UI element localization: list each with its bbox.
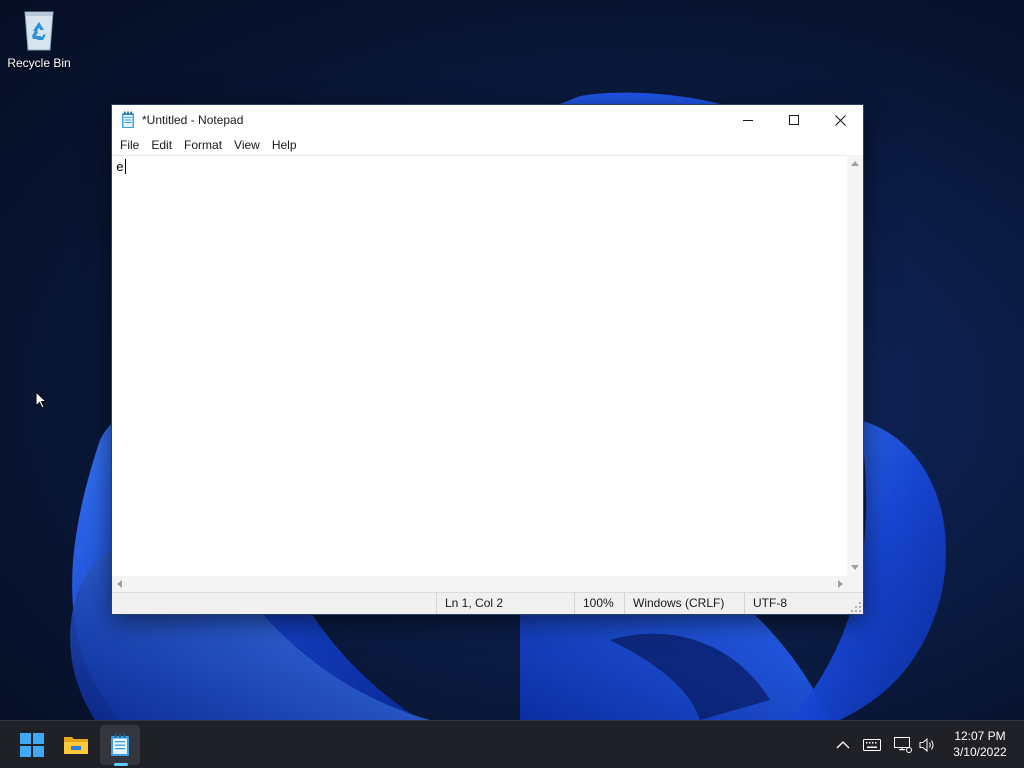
notepad-window: *Untitled - Notepad File Edit Format Vie… [111,104,864,615]
network-icon [894,737,912,753]
volume-button[interactable] [918,735,938,755]
title-bar[interactable]: *Untitled - Notepad [112,105,863,135]
desktop-icon-recycle-bin[interactable]: Recycle Bin [4,6,74,70]
scroll-up-arrow-icon[interactable] [851,161,859,166]
status-bar: Ln 1, Col 2 100% Windows (CRLF) UTF-8 [112,592,863,614]
text-caret [124,159,126,174]
scrollbar-corner [847,576,863,592]
notepad-icon [111,733,129,756]
input-indicator-button[interactable] [862,735,882,755]
keyboard-icon [863,739,881,751]
desktop-icon-label: Recycle Bin [7,56,71,70]
clock-time: 12:07 PM [954,729,1006,743]
clock[interactable]: 12:07 PM 3/10/2022 [944,728,1016,760]
editor-text: e [116,160,124,175]
vertical-scrollbar[interactable] [847,155,863,576]
close-icon [834,114,846,126]
menu-bar: File Edit Format View Help [112,135,863,155]
scroll-down-arrow-icon[interactable] [851,565,859,570]
minimize-button[interactable] [725,105,771,135]
maximize-icon [789,115,799,125]
menu-file[interactable]: File [112,135,145,155]
menu-view[interactable]: View [228,135,266,155]
close-button[interactable] [817,105,863,135]
volume-icon [919,737,934,753]
start-button[interactable] [12,725,52,765]
text-editor[interactable]: e [112,155,848,576]
maximize-button[interactable] [771,105,817,135]
file-explorer-button[interactable] [56,725,96,765]
folder-icon [64,737,88,754]
scroll-right-arrow-icon[interactable] [838,580,843,588]
menu-edit[interactable]: Edit [145,135,178,155]
minimize-icon [743,120,753,121]
menu-help[interactable]: Help [266,135,303,155]
menu-format[interactable]: Format [178,135,228,155]
recycle-bin-icon [17,6,61,52]
clock-date: 3/10/2022 [953,745,1007,759]
notepad-taskbar-button[interactable] [100,725,140,765]
status-cursor-position: Ln 1, Col 2 [436,593,574,614]
chevron-up-icon [836,741,850,749]
taskbar: 12:07 PM 3/10/2022 [0,720,1024,768]
windows-start-icon [20,733,44,757]
horizontal-scrollbar[interactable] [112,576,848,592]
resize-grip-icon[interactable] [851,602,861,612]
window-title: *Untitled - Notepad [142,113,244,127]
status-zoom: 100% [574,593,624,614]
editor-content[interactable]: e [116,159,126,175]
notepad-icon [121,111,135,129]
status-encoding: UTF-8 [744,593,848,614]
show-hidden-icons-button[interactable] [833,735,853,755]
status-line-ending: Windows (CRLF) [624,593,744,614]
scroll-left-arrow-icon[interactable] [117,580,122,588]
network-button[interactable] [893,735,913,755]
active-app-indicator [114,763,128,766]
mouse-pointer-icon [35,391,47,409]
